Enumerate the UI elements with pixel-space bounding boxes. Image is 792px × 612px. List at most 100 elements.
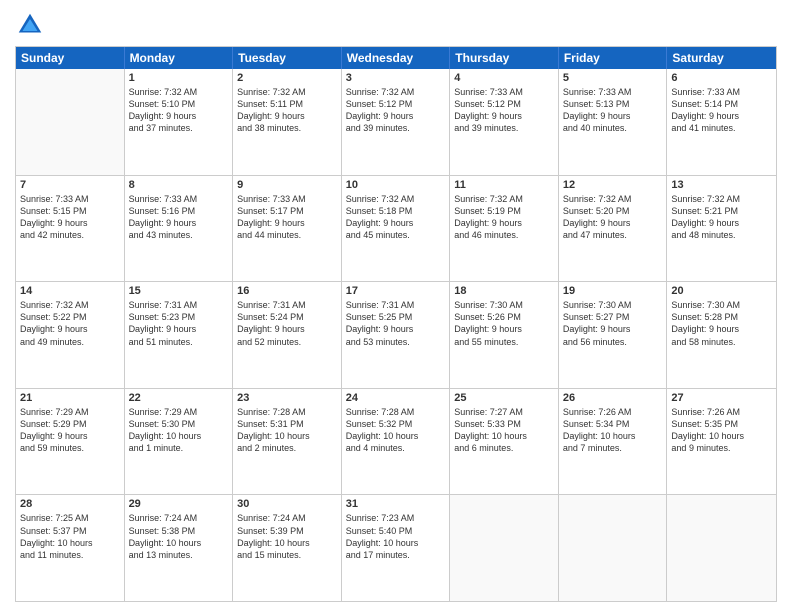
day-number: 31 <box>346 498 446 510</box>
day-number: 15 <box>129 285 229 297</box>
day-number: 19 <box>563 285 663 297</box>
day-number: 13 <box>671 179 772 191</box>
logo <box>15 10 49 40</box>
cell-details: Sunrise: 7:29 AMSunset: 5:30 PMDaylight:… <box>129 406 229 455</box>
cell-details: Sunrise: 7:33 AMSunset: 5:13 PMDaylight:… <box>563 86 663 135</box>
header-day-wednesday: Wednesday <box>342 47 451 69</box>
day-number: 29 <box>129 498 229 510</box>
day-number: 7 <box>20 179 120 191</box>
cell-details: Sunrise: 7:31 AMSunset: 5:24 PMDaylight:… <box>237 299 337 348</box>
calendar-cell: 7Sunrise: 7:33 AMSunset: 5:15 PMDaylight… <box>16 176 125 282</box>
header-day-tuesday: Tuesday <box>233 47 342 69</box>
calendar-cell: 28 Sunrise: 7:25 AMSunset: 5:37 PMDayligh… <box>16 495 125 601</box>
day-number: 24 <box>346 392 446 404</box>
cell-details: Sunrise: 7:29 AMSunset: 5:29 PMDaylight:… <box>20 406 120 455</box>
calendar-row-0: 1 Sunrise: 7:32 AMSunset: 5:10 PMDaylight… <box>16 69 776 175</box>
calendar-cell: 30 Sunrise: 7:24 AMSunset: 5:39 PMDayligh… <box>233 495 342 601</box>
cell-details: Sunrise: 7:33 AMSunset: 5:16 PMDaylight:… <box>129 193 229 242</box>
calendar-cell: 16 Sunrise: 7:31 AMSunset: 5:24 PMDayligh… <box>233 282 342 388</box>
cell-details: Sunrise: 7:32 AMSunset: 5:19 PMDaylight:… <box>454 193 554 242</box>
calendar-body: 1 Sunrise: 7:32 AMSunset: 5:10 PMDaylight… <box>16 69 776 601</box>
header-day-friday: Friday <box>559 47 668 69</box>
day-number: 9 <box>237 179 337 191</box>
cell-details: Sunrise: 7:33 AMSunset: 5:12 PMDaylight:… <box>454 86 554 135</box>
day-number: 26 <box>563 392 663 404</box>
day-number: 21 <box>20 392 120 404</box>
calendar-cell: 9 Sunrise: 7:33 AMSunset: 5:17 PMDaylight… <box>233 176 342 282</box>
header-day-thursday: Thursday <box>450 47 559 69</box>
cell-details: Sunrise: 7:32 AMSunset: 5:21 PMDaylight:… <box>671 193 772 242</box>
cell-details: Sunrise: 7:24 AMSunset: 5:38 PMDaylight:… <box>129 512 229 561</box>
calendar-cell: 18 Sunrise: 7:30 AMSunset: 5:26 PMDayligh… <box>450 282 559 388</box>
day-number: 20 <box>671 285 772 297</box>
day-number: 28 <box>20 498 120 510</box>
cell-details: Sunrise: 7:33 AMSunset: 5:17 PMDaylight:… <box>237 193 337 242</box>
calendar-cell <box>450 495 559 601</box>
cell-details: Sunrise: 7:26 AMSunset: 5:35 PMDaylight:… <box>671 406 772 455</box>
cell-details: Sunrise: 7:27 AMSunset: 5:33 PMDaylight:… <box>454 406 554 455</box>
calendar-cell: 26 Sunrise: 7:26 AMSunset: 5:34 PMDayligh… <box>559 389 668 495</box>
calendar: SundayMondayTuesdayWednesdayThursdayFrid… <box>15 46 777 602</box>
calendar-cell: 24 Sunrise: 7:28 AMSunset: 5:32 PMDayligh… <box>342 389 451 495</box>
cell-details: Sunrise: 7:32 AMSunset: 5:11 PMDaylight:… <box>237 86 337 135</box>
calendar-cell: 31Sunrise: 7:23 AMSunset: 5:40 PMDayligh… <box>342 495 451 601</box>
cell-details: Sunrise: 7:25 AMSunset: 5:37 PMDaylight:… <box>20 512 120 561</box>
calendar-cell: 12Sunrise: 7:32 AMSunset: 5:20 PMDayligh… <box>559 176 668 282</box>
cell-details: Sunrise: 7:32 AMSunset: 5:18 PMDaylight:… <box>346 193 446 242</box>
calendar-cell: 17 Sunrise: 7:31 AMSunset: 5:25 PMDayligh… <box>342 282 451 388</box>
day-number: 27 <box>671 392 772 404</box>
cell-details: Sunrise: 7:28 AMSunset: 5:31 PMDaylight:… <box>237 406 337 455</box>
calendar-row-3: 21 Sunrise: 7:29 AMSunset: 5:29 PMDayligh… <box>16 388 776 495</box>
calendar-cell: 25 Sunrise: 7:27 AMSunset: 5:33 PMDayligh… <box>450 389 559 495</box>
day-number: 18 <box>454 285 554 297</box>
day-number: 17 <box>346 285 446 297</box>
calendar-cell: 13 Sunrise: 7:32 AMSunset: 5:21 PMDayligh… <box>667 176 776 282</box>
cell-details: Sunrise: 7:32 AMSunset: 5:12 PMDaylight:… <box>346 86 446 135</box>
calendar-cell: 6 Sunrise: 7:33 AMSunset: 5:14 PMDaylight… <box>667 69 776 175</box>
day-number: 6 <box>671 72 772 84</box>
calendar-header: SundayMondayTuesdayWednesdayThursdayFrid… <box>16 47 776 69</box>
page: SundayMondayTuesdayWednesdayThursdayFrid… <box>0 0 792 612</box>
cell-details: Sunrise: 7:31 AMSunset: 5:23 PMDaylight:… <box>129 299 229 348</box>
cell-details: Sunrise: 7:30 AMSunset: 5:26 PMDaylight:… <box>454 299 554 348</box>
day-number: 5 <box>563 72 663 84</box>
day-number: 8 <box>129 179 229 191</box>
calendar-cell: 21 Sunrise: 7:29 AMSunset: 5:29 PMDayligh… <box>16 389 125 495</box>
header <box>15 10 777 40</box>
cell-details: Sunrise: 7:28 AMSunset: 5:32 PMDaylight:… <box>346 406 446 455</box>
cell-details: Sunrise: 7:26 AMSunset: 5:34 PMDaylight:… <box>563 406 663 455</box>
cell-details: Sunrise: 7:31 AMSunset: 5:25 PMDaylight:… <box>346 299 446 348</box>
day-number: 16 <box>237 285 337 297</box>
calendar-cell <box>16 69 125 175</box>
day-number: 23 <box>237 392 337 404</box>
cell-details: Sunrise: 7:32 AMSunset: 5:20 PMDaylight:… <box>563 193 663 242</box>
calendar-cell: 22Sunrise: 7:29 AMSunset: 5:30 PMDayligh… <box>125 389 234 495</box>
calendar-row-1: 7Sunrise: 7:33 AMSunset: 5:15 PMDaylight… <box>16 175 776 282</box>
day-number: 3 <box>346 72 446 84</box>
cell-details: Sunrise: 7:30 AMSunset: 5:27 PMDaylight:… <box>563 299 663 348</box>
calendar-cell: 23 Sunrise: 7:28 AMSunset: 5:31 PMDayligh… <box>233 389 342 495</box>
calendar-row-2: 14Sunrise: 7:32 AMSunset: 5:22 PMDayligh… <box>16 281 776 388</box>
calendar-cell <box>667 495 776 601</box>
calendar-cell: 8 Sunrise: 7:33 AMSunset: 5:16 PMDaylight… <box>125 176 234 282</box>
day-number: 1 <box>129 72 229 84</box>
calendar-cell: 19 Sunrise: 7:30 AMSunset: 5:27 PMDayligh… <box>559 282 668 388</box>
day-number: 2 <box>237 72 337 84</box>
day-number: 30 <box>237 498 337 510</box>
calendar-cell: 11 Sunrise: 7:32 AMSunset: 5:19 PMDayligh… <box>450 176 559 282</box>
day-number: 25 <box>454 392 554 404</box>
cell-details: Sunrise: 7:32 AMSunset: 5:22 PMDaylight:… <box>20 299 120 348</box>
logo-icon <box>15 10 45 40</box>
calendar-cell: 3 Sunrise: 7:32 AMSunset: 5:12 PMDaylight… <box>342 69 451 175</box>
header-day-saturday: Saturday <box>667 47 776 69</box>
calendar-cell: 2 Sunrise: 7:32 AMSunset: 5:11 PMDaylight… <box>233 69 342 175</box>
day-number: 11 <box>454 179 554 191</box>
cell-details: Sunrise: 7:32 AMSunset: 5:10 PMDaylight:… <box>129 86 229 135</box>
calendar-cell: 15 Sunrise: 7:31 AMSunset: 5:23 PMDayligh… <box>125 282 234 388</box>
cell-details: Sunrise: 7:24 AMSunset: 5:39 PMDaylight:… <box>237 512 337 561</box>
day-number: 10 <box>346 179 446 191</box>
calendar-cell: 10 Sunrise: 7:32 AMSunset: 5:18 PMDayligh… <box>342 176 451 282</box>
calendar-cell: 4Sunrise: 7:33 AMSunset: 5:12 PMDaylight… <box>450 69 559 175</box>
cell-details: Sunrise: 7:33 AMSunset: 5:14 PMDaylight:… <box>671 86 772 135</box>
calendar-cell: 20Sunrise: 7:30 AMSunset: 5:28 PMDayligh… <box>667 282 776 388</box>
